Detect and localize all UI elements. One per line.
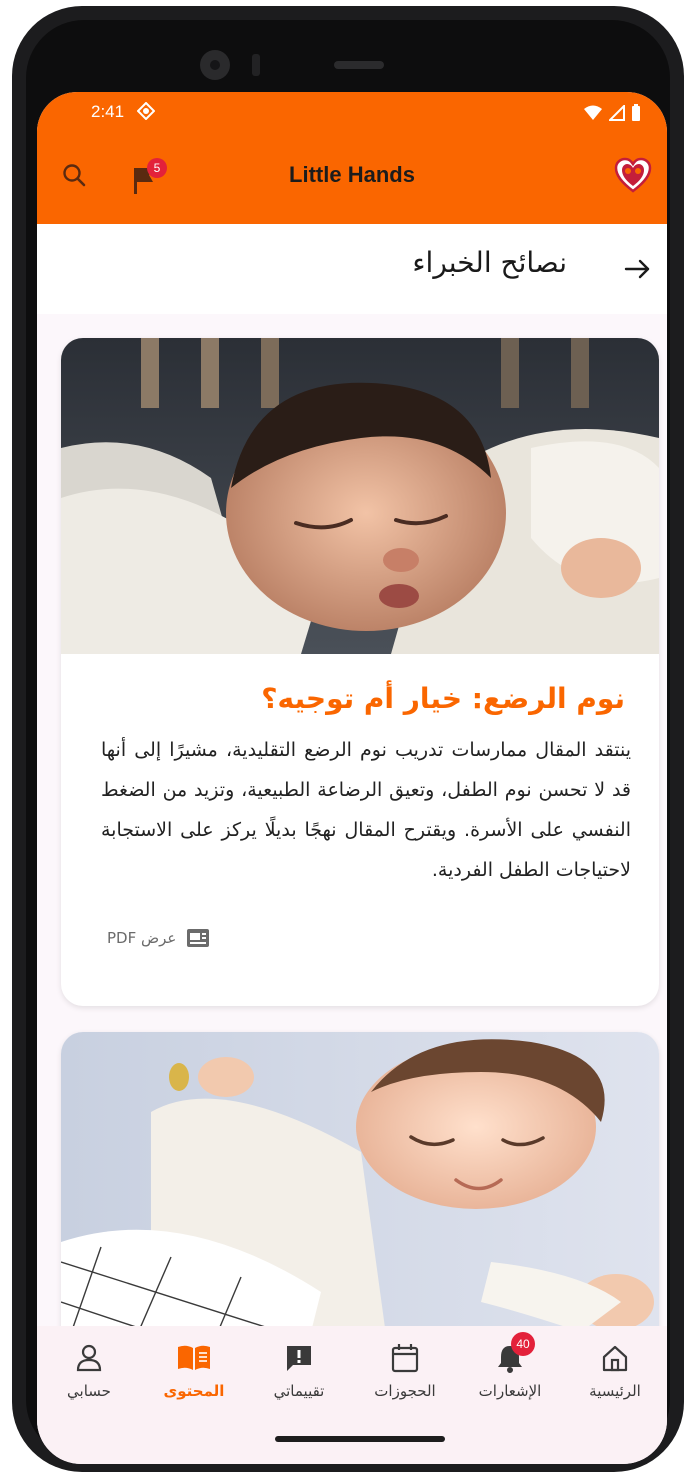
nav-bookings[interactable]: الحجوزات xyxy=(355,1340,455,1400)
calendar-icon xyxy=(391,1344,419,1373)
app-bar: 2:41 5 Little Hands xyxy=(37,92,667,224)
article-title[interactable]: نوم الرضع: خيار أم توجيه؟ xyxy=(261,682,625,715)
earpiece-speaker xyxy=(334,61,384,69)
pdf-icon xyxy=(187,929,210,947)
article-card[interactable]: نوم الرضع: خيار أم توجيه؟ ينتقد المقال م… xyxy=(61,338,659,1006)
home-indicator[interactable] xyxy=(275,1436,445,1442)
nav-notifications-label: الإشعارات xyxy=(478,1382,542,1400)
book-icon xyxy=(178,1345,210,1370)
nav-bookings-label: الحجوزات xyxy=(374,1382,436,1400)
nav-my-reviews[interactable]: تقييماتي xyxy=(249,1340,349,1400)
home-icon xyxy=(602,1345,628,1372)
app-notification-icon xyxy=(137,102,155,120)
feedback-icon xyxy=(287,1346,311,1371)
person-icon xyxy=(76,1344,102,1372)
status-bar: 2:41 xyxy=(37,92,667,134)
wifi-icon xyxy=(584,105,602,120)
article-card[interactable] xyxy=(61,1032,659,1372)
nav-my-reviews-label: تقييماتي xyxy=(273,1382,325,1400)
sleeping-baby-photo xyxy=(61,338,659,654)
app-title: Little Hands xyxy=(289,162,415,187)
page-title: نصائح الخبراء xyxy=(412,246,567,279)
heart-hands-logo-icon[interactable] xyxy=(613,156,653,196)
nav-home-label: الرئيسية xyxy=(589,1382,641,1400)
signal-icon xyxy=(609,105,625,121)
nav-home[interactable]: الرئيسية xyxy=(565,1340,665,1400)
page-header: نصائح الخبراء xyxy=(37,224,667,314)
proximity-sensor xyxy=(252,54,260,76)
nav-content[interactable]: المحتوى xyxy=(144,1340,244,1400)
battery-icon xyxy=(632,104,640,121)
notifications-badge: 40 xyxy=(511,1332,535,1356)
nav-content-label: المحتوى xyxy=(163,1382,225,1400)
front-camera xyxy=(200,50,230,80)
toolbar: 5 Little Hands xyxy=(37,134,667,224)
status-time: 2:41 xyxy=(91,102,125,121)
bottom-navigation: حسابي المحتوى تقييماتي الحجوزات 40 الإشع… xyxy=(37,1326,667,1464)
view-pdf-link[interactable]: عرض PDF xyxy=(107,928,210,948)
nav-account[interactable]: حسابي xyxy=(39,1340,139,1400)
article-summary: ينتقد المقال ممارسات تدريب نوم الرضع الت… xyxy=(101,739,631,881)
arrow-right-icon[interactable] xyxy=(621,252,655,286)
app-screen: 2:41 5 Little Hands نصائح الخبراء نوم ال… xyxy=(37,92,667,1464)
smiling-baby-photo xyxy=(61,1032,659,1372)
nav-notifications[interactable]: 40 الإشعارات xyxy=(460,1332,560,1400)
view-pdf-label: عرض PDF xyxy=(107,929,177,947)
nav-account-label: حسابي xyxy=(67,1382,111,1400)
status-icons xyxy=(583,104,641,122)
